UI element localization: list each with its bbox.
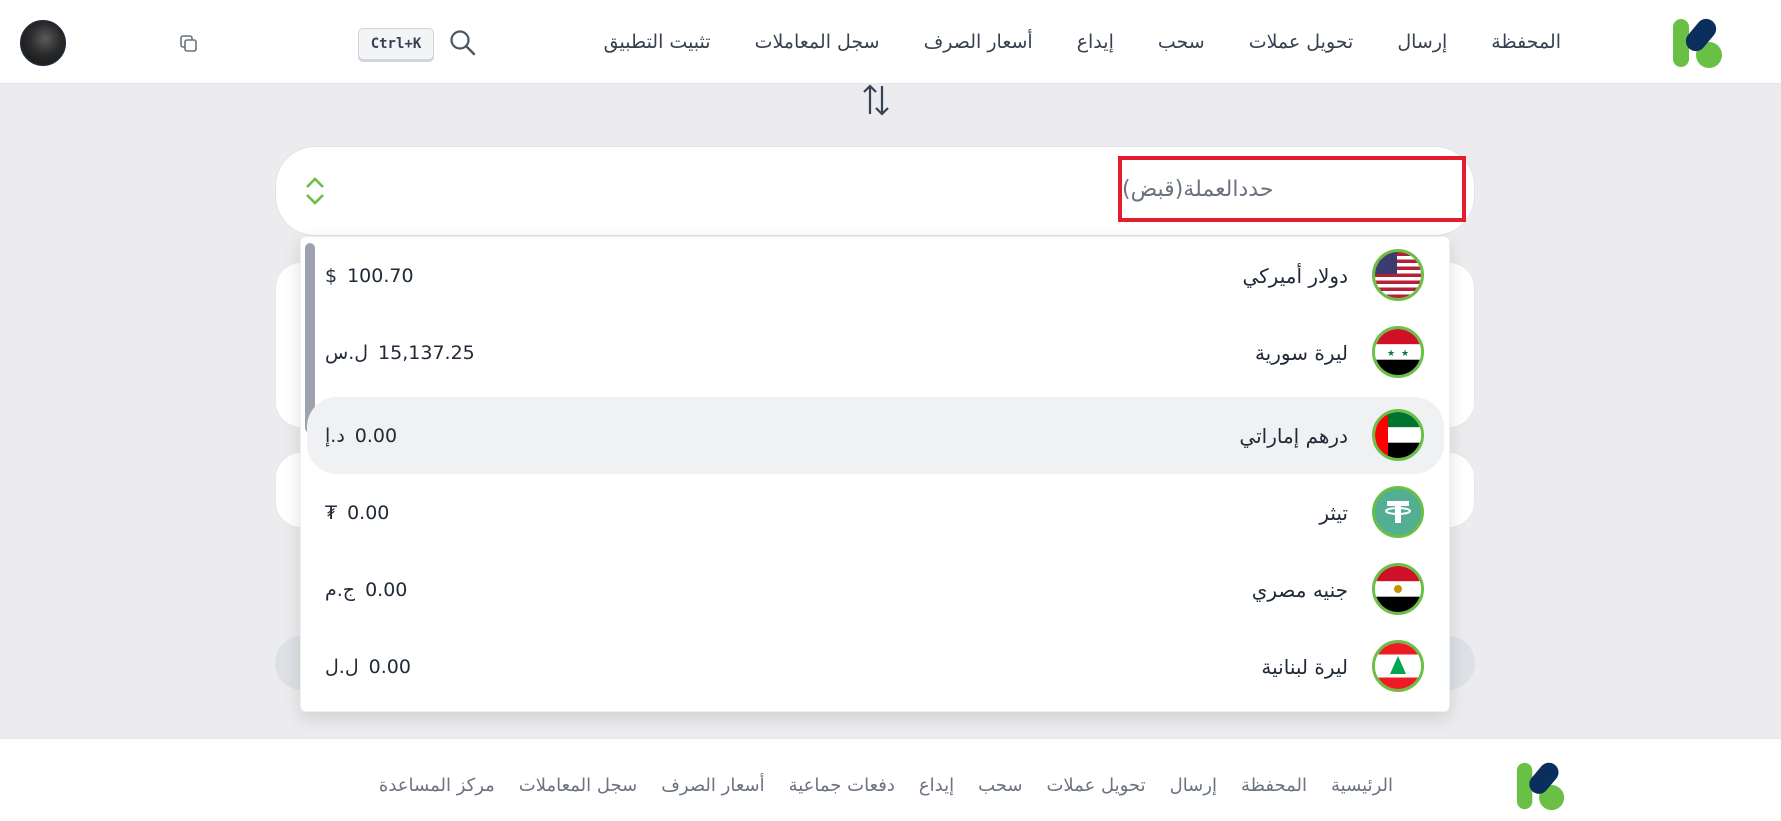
currency-option[interactable]: ليرة لبنانية ل.ل 0.00 — [307, 628, 1444, 705]
footer-link-bulk-payments[interactable]: دفعات جماعية — [789, 775, 895, 796]
sy-flag-icon: ★ ★ — [1372, 326, 1424, 378]
eg-flag-icon — [1372, 563, 1424, 615]
nav-deposit[interactable]: إيداع — [1077, 31, 1114, 53]
currency-dropdown: دولار أميركي $ 100.70 ★ ★ ليرة سورية ل.س… — [300, 236, 1450, 712]
us-flag-icon — [1372, 249, 1424, 301]
currency-name: جنيه مصري — [1251, 577, 1348, 602]
nav-wallet[interactable]: المحفظة — [1491, 31, 1561, 53]
ae-flag-icon — [1372, 409, 1424, 461]
footer-link-transactions[interactable]: سجل المعاملات — [519, 775, 637, 796]
nav-install-app[interactable]: تثبيت التطبيق — [604, 31, 711, 53]
currency-option[interactable]: درهم إماراتي د.إ 0.00 — [307, 397, 1444, 474]
svg-text:★: ★ — [1401, 349, 1409, 359]
currency-balance: ج.م 0.00 — [325, 551, 407, 628]
currency-balance: د.إ 0.00 — [325, 397, 397, 474]
currency-name: دولار أميركي — [1242, 263, 1348, 288]
select-highlight-box: حددالعملة(قبض) — [1118, 156, 1466, 222]
currency-balance: ل.ل 0.00 — [325, 628, 411, 705]
avatar[interactable] — [20, 20, 66, 66]
lb-flag-icon — [1372, 640, 1424, 692]
nav-convert[interactable]: تحويل عملات — [1249, 31, 1354, 53]
search-icon[interactable] — [448, 28, 476, 56]
footer-nav: الرئيسية المحفظة إرسال تحويل عملات سحب إ… — [379, 739, 1393, 821]
currency-amount: 0.00 — [354, 424, 398, 447]
nav-rates[interactable]: أسعار الصرف — [924, 31, 1033, 53]
top-header: المحفظة إرسال تحويل عملات سحب إيداع أسعا… — [0, 0, 1781, 84]
footer-link-help[interactable]: مركز المساعدة — [379, 775, 495, 796]
currency-symbol: $ — [325, 264, 338, 287]
logo-icon[interactable] — [1669, 15, 1727, 71]
nav-withdraw[interactable]: سحب — [1158, 31, 1205, 53]
currency-select[interactable]: حددالعملة(قبض) — [275, 146, 1475, 236]
currency-amount: 0.00 — [365, 578, 408, 601]
currency-symbol: ل.ل — [325, 655, 359, 678]
footer-link-send[interactable]: إرسال — [1170, 775, 1217, 796]
currency-amount: 0.00 — [347, 501, 390, 524]
svg-text:★: ★ — [1387, 349, 1395, 359]
footer-link-wallet[interactable]: المحفظة — [1241, 775, 1307, 796]
copy-icon[interactable] — [179, 34, 199, 54]
currency-option[interactable]: جنيه مصري ج.م 0.00 — [307, 551, 1444, 628]
currency-amount: 100.70 — [347, 264, 414, 287]
page-footer: الرئيسية المحفظة إرسال تحويل عملات سحب إ… — [0, 738, 1781, 821]
swap-arrows-icon[interactable] — [856, 82, 896, 118]
shortcut-badge: Ctrl+K — [358, 28, 434, 60]
currency-name: ليرة سورية — [1254, 340, 1348, 365]
tether-icon — [1372, 486, 1424, 538]
footer-link-withdraw[interactable]: سحب — [978, 775, 1022, 796]
currency-symbol: ج.م — [325, 578, 356, 601]
currency-balance: ل.س 15,137.25 — [325, 314, 475, 391]
currency-amount: 0.00 — [368, 655, 411, 678]
footer-logo-icon[interactable] — [1513, 759, 1569, 813]
currency-name: ليرة لبنانية — [1261, 654, 1348, 679]
currency-name: درهم إماراتي — [1239, 423, 1348, 448]
footer-link-convert[interactable]: تحويل عملات — [1046, 775, 1145, 796]
currency-symbol: ل.س — [325, 341, 369, 364]
footer-link-home[interactable]: الرئيسية — [1331, 775, 1393, 796]
currency-name: تيثر — [1319, 500, 1348, 525]
currency-option[interactable]: دولار أميركي $ 100.70 — [307, 237, 1444, 314]
footer-link-deposit[interactable]: إيداع — [919, 775, 954, 796]
currency-balance: ₮ 0.00 — [325, 474, 389, 551]
currency-option[interactable]: ★ ★ ليرة سورية ل.س 15,137.25 — [307, 314, 1444, 391]
chevron-updown-icon — [306, 177, 324, 205]
currency-symbol: د.إ — [325, 424, 345, 447]
nav-transactions[interactable]: سجل المعاملات — [755, 31, 880, 53]
currency-symbol: ₮ — [325, 501, 338, 524]
currency-balance: $ 100.70 — [325, 237, 414, 314]
currency-option[interactable]: تيثر ₮ 0.00 — [307, 474, 1444, 551]
nav-send[interactable]: إرسال — [1397, 31, 1447, 53]
footer-link-rates[interactable]: أسعار الصرف — [661, 775, 764, 796]
main-nav: المحفظة إرسال تحويل عملات سحب إيداع أسعا… — [604, 0, 1561, 84]
currency-amount: 15,137.25 — [378, 341, 475, 364]
select-label: حددالعملة(قبض) — [1122, 176, 1274, 202]
